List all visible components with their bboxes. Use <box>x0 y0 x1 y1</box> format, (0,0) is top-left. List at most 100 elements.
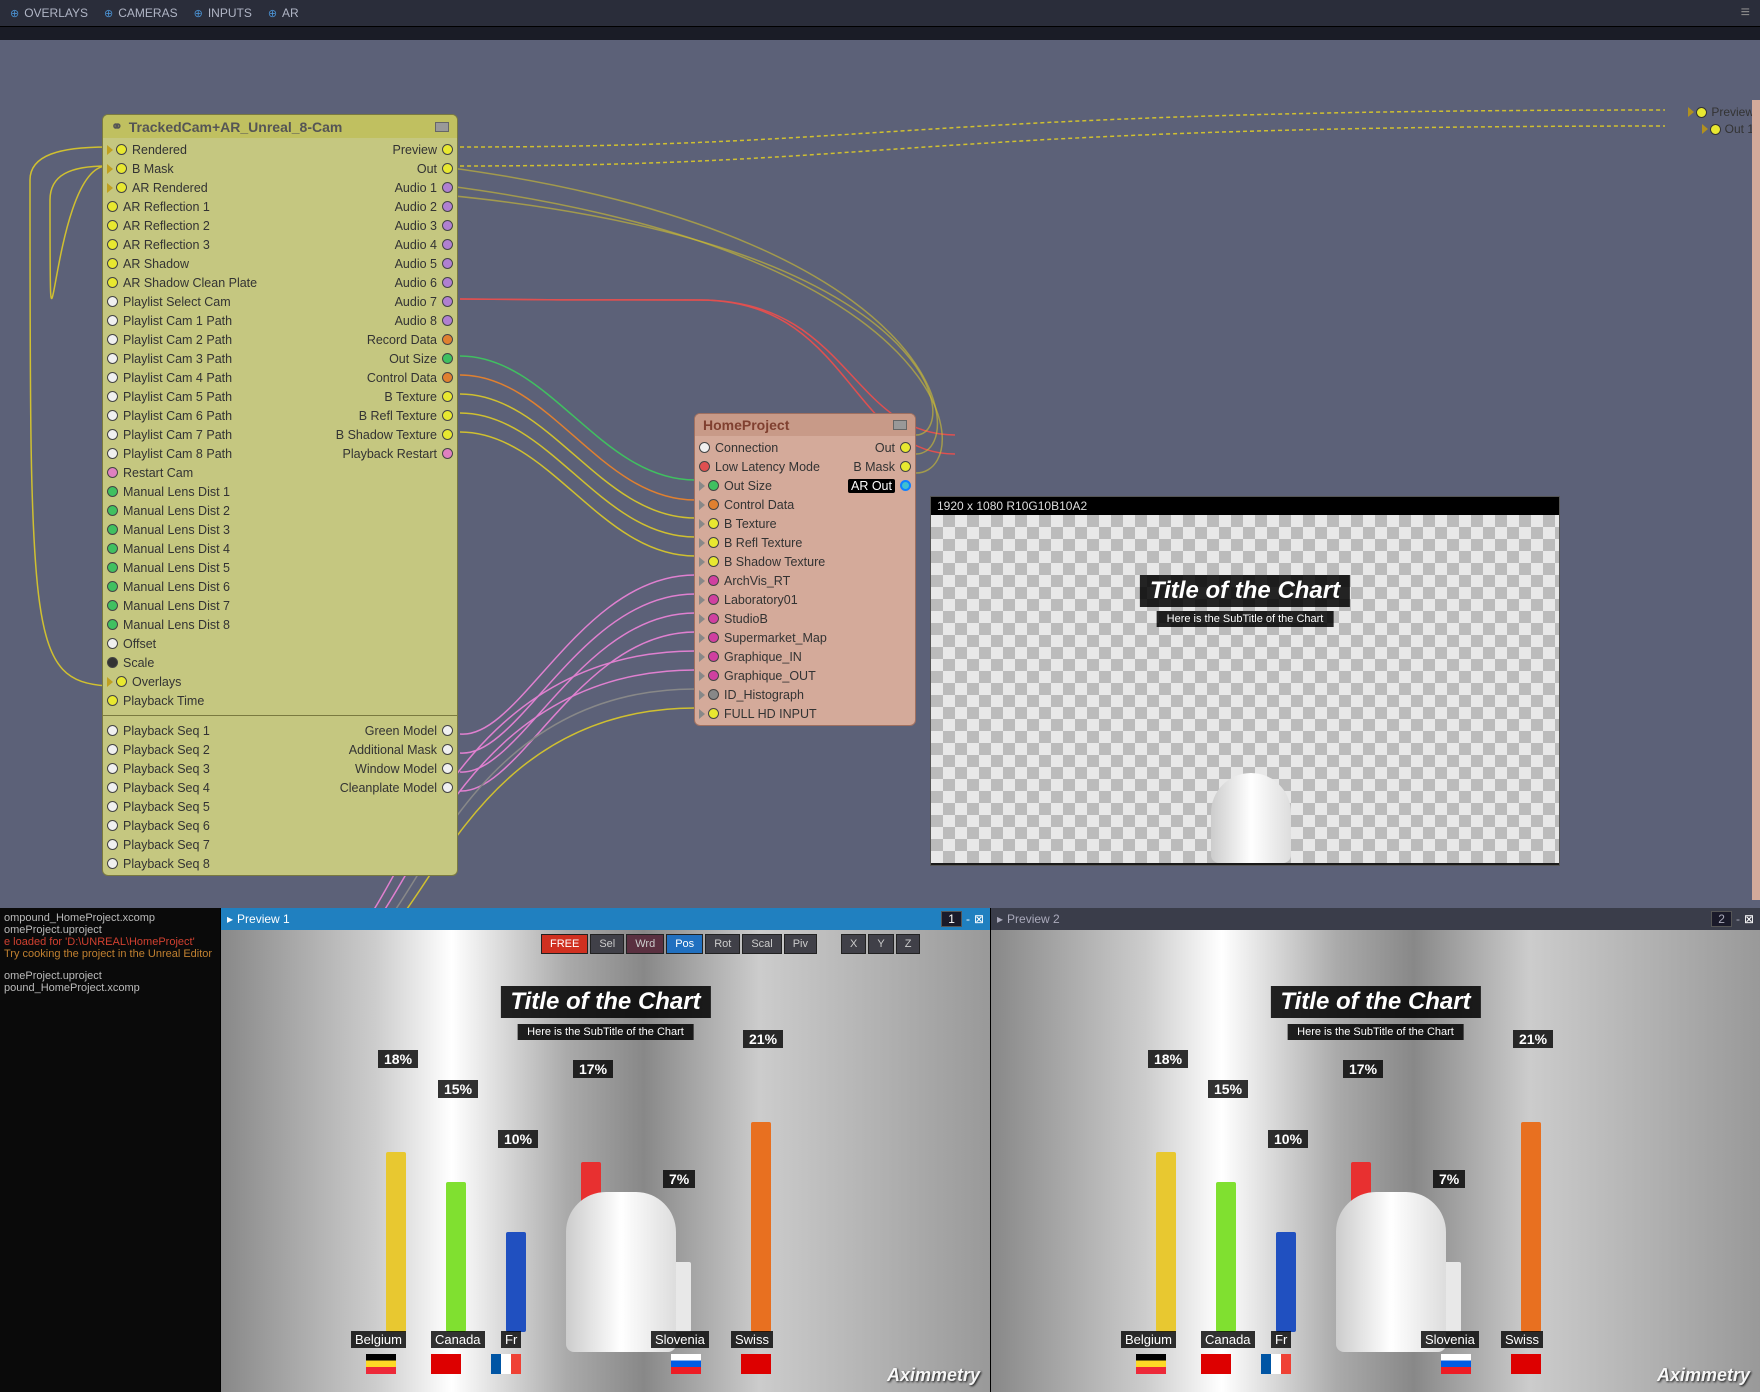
output-pin[interactable]: Playback Restart <box>343 447 453 461</box>
output-pin[interactable]: Audio 7 <box>395 295 453 309</box>
input-pin[interactable]: AR Reflection 3 <box>107 238 210 252</box>
input-pin[interactable]: Offset <box>107 637 156 651</box>
output-pin[interactable]: Record Data <box>367 333 453 347</box>
menu-hamburger-icon[interactable]: ≡ <box>1741 4 1750 22</box>
input-pin[interactable]: Playlist Cam 1 Path <box>107 314 232 328</box>
input-pin[interactable]: Playback Seq 4 <box>107 781 210 795</box>
sync-icon[interactable]: - <box>966 912 970 926</box>
input-pin[interactable]: Playback Time <box>107 694 204 708</box>
pos-button[interactable]: Pos <box>666 934 703 954</box>
input-pin[interactable]: Playlist Cam 2 Path <box>107 333 232 347</box>
node-canvas[interactable]: ⚭ TrackedCam+AR_Unreal_8-Cam Rendered Pre… <box>0 40 1760 908</box>
output-pin[interactable]: Audio 4 <box>395 238 453 252</box>
input-pin[interactable]: Overlays <box>107 675 181 689</box>
input-pin[interactable]: FULL HD INPUT <box>699 707 817 721</box>
input-pin[interactable]: Playlist Cam 3 Path <box>107 352 232 366</box>
node-homeproject[interactable]: HomeProject Connection Out Low Latency Mod… <box>694 413 916 726</box>
close-icon[interactable]: ⊠ <box>1744 912 1754 926</box>
input-pin[interactable]: Low Latency Mode <box>699 460 820 474</box>
free-button[interactable]: FREE <box>541 934 588 954</box>
node-trackedcam-header[interactable]: ⚭ TrackedCam+AR_Unreal_8-Cam <box>103 115 457 138</box>
output-pin[interactable]: Out <box>417 162 453 176</box>
output-pin[interactable]: Preview <box>393 143 453 157</box>
input-pin[interactable]: Manual Lens Dist 7 <box>107 599 230 613</box>
preview1-viewport[interactable]: FREESelWrdPosRotScalPivXYZTitle of the C… <box>221 930 990 1392</box>
input-pin[interactable]: Supermarket_Map <box>699 631 827 645</box>
input-pin[interactable]: Laboratory01 <box>699 593 798 607</box>
output-pin[interactable]: Out <box>875 441 911 455</box>
y-button[interactable]: Y <box>868 934 893 954</box>
piv-button[interactable]: Piv <box>784 934 817 954</box>
output-pin[interactable]: Audio 1 <box>395 181 453 195</box>
sel-button[interactable]: Sel <box>590 934 624 954</box>
z-button[interactable]: Z <box>896 934 921 954</box>
output-pin[interactable]: B Mask <box>853 460 911 474</box>
input-pin[interactable]: Manual Lens Dist 5 <box>107 561 230 575</box>
input-pin[interactable]: AR Shadow <box>107 257 189 271</box>
node-menu-icon[interactable] <box>893 420 907 430</box>
input-pin[interactable]: Playback Seq 5 <box>107 800 210 814</box>
output-pin[interactable]: Cleanplate Model <box>340 781 453 795</box>
output-pin[interactable]: Audio 3 <box>395 219 453 233</box>
menu-cameras[interactable]: ⊕CAMERAS <box>104 6 178 20</box>
output-pin[interactable]: Audio 6 <box>395 276 453 290</box>
canvas-output-out1[interactable]: Out 1 <box>1702 122 1754 136</box>
output-pin[interactable]: Additional Mask <box>349 743 453 757</box>
input-pin[interactable]: Playback Seq 8 <box>107 857 210 871</box>
preview-pane-2[interactable]: ▸Preview 2 2 - ⊠ Title of the ChartHere … <box>990 908 1760 1392</box>
input-pin[interactable]: Playback Seq 1 <box>107 724 210 738</box>
input-pin[interactable]: Graphique_OUT <box>699 669 816 683</box>
output-pin[interactable]: Audio 2 <box>395 200 453 214</box>
input-pin[interactable]: Playlist Cam 4 Path <box>107 371 232 385</box>
preview2-header[interactable]: ▸Preview 2 2 - ⊠ <box>991 908 1760 930</box>
input-pin[interactable]: Manual Lens Dist 4 <box>107 542 230 556</box>
input-pin[interactable]: Playlist Cam 6 Path <box>107 409 232 423</box>
rot-button[interactable]: Rot <box>705 934 740 954</box>
input-pin[interactable]: Out Size <box>699 479 772 493</box>
node-trackedcam[interactable]: ⚭ TrackedCam+AR_Unreal_8-Cam Rendered Pre… <box>102 114 458 876</box>
input-pin[interactable]: Graphique_IN <box>699 650 802 664</box>
input-pin[interactable]: StudioB <box>699 612 768 626</box>
input-pin[interactable]: AR Shadow Clean Plate <box>107 276 257 290</box>
x-button[interactable]: X <box>841 934 866 954</box>
input-pin[interactable]: Manual Lens Dist 6 <box>107 580 230 594</box>
menu-overlays[interactable]: ⊕OVERLAYS <box>10 6 88 20</box>
menu-ar[interactable]: ⊕AR <box>268 6 299 20</box>
sync-icon[interactable]: - <box>1736 912 1740 926</box>
output-pin[interactable]: B Refl Texture <box>359 409 453 423</box>
output-pin[interactable]: Out Size <box>389 352 453 366</box>
input-pin[interactable]: Manual Lens Dist 8 <box>107 618 230 632</box>
output-pin[interactable]: B Shadow Texture <box>336 428 453 442</box>
input-pin[interactable]: Playlist Cam 7 Path <box>107 428 232 442</box>
input-pin[interactable]: Playback Seq 3 <box>107 762 210 776</box>
input-pin[interactable]: B Texture <box>699 517 777 531</box>
input-pin[interactable]: AR Reflection 1 <box>107 200 210 214</box>
close-icon[interactable]: ⊠ <box>974 912 984 926</box>
menu-inputs[interactable]: ⊕INPUTS <box>194 6 252 20</box>
input-pin[interactable]: B Refl Texture <box>699 536 802 550</box>
node-homeproject-header[interactable]: HomeProject <box>695 414 915 436</box>
output-pin[interactable]: AR Out <box>848 479 911 493</box>
scal-button[interactable]: Scal <box>742 934 781 954</box>
input-pin[interactable]: B Mask <box>107 162 174 176</box>
input-pin[interactable]: Connection <box>699 441 778 455</box>
input-pin[interactable]: AR Reflection 2 <box>107 219 210 233</box>
input-pin[interactable]: ArchVis_RT <box>699 574 790 588</box>
input-pin[interactable]: Manual Lens Dist 2 <box>107 504 230 518</box>
log-panel[interactable]: ompound_HomeProject.xcomp omeProject.upr… <box>0 908 220 1392</box>
input-pin[interactable]: Playback Seq 7 <box>107 838 210 852</box>
input-pin[interactable]: B Shadow Texture <box>699 555 825 569</box>
input-pin[interactable]: ID_Histograph <box>699 688 804 702</box>
output-pin[interactable]: B Texture <box>384 390 453 404</box>
preview2-viewport[interactable]: Title of the ChartHere is the SubTitle o… <box>991 930 1760 1392</box>
input-pin[interactable]: Manual Lens Dist 1 <box>107 485 230 499</box>
wrd-button[interactable]: Wrd <box>626 934 664 954</box>
input-pin[interactable]: AR Rendered <box>107 181 208 195</box>
input-pin[interactable]: Control Data <box>699 498 794 512</box>
preview1-header[interactable]: ▸Preview 1 1 - ⊠ <box>221 908 990 930</box>
input-pin[interactable]: Playback Seq 6 <box>107 819 210 833</box>
output-pin[interactable]: Green Model <box>365 724 453 738</box>
canvas-output-preview[interactable]: Preview <box>1688 105 1754 119</box>
input-pin[interactable]: Rendered <box>107 143 187 157</box>
input-pin[interactable]: Playlist Select Cam <box>107 295 231 309</box>
